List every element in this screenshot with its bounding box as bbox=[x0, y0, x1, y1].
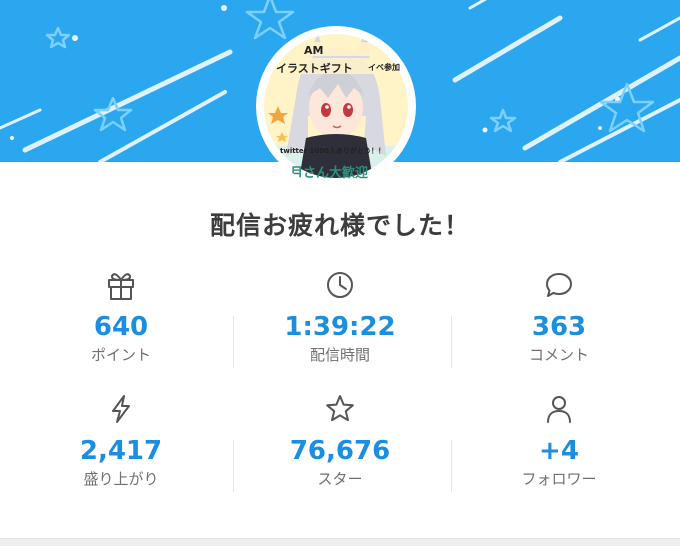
column-divider bbox=[451, 440, 452, 492]
stream-finished-title: 配信お疲れ様でした！ bbox=[209, 211, 470, 240]
stars-label: スター bbox=[317, 470, 363, 488]
avatar-caption-4: twitter 1000人ありがとう！！ bbox=[280, 147, 386, 155]
stat-stream-time: 1:39:22 配信時間 bbox=[227, 268, 453, 365]
stream-summary-page: AM イラストギフト イベ参加 twitter 1000人ありがとう！！ 月さん… bbox=[0, 0, 680, 546]
comments-label: コメント bbox=[528, 346, 589, 364]
stars-value: 76,676 bbox=[289, 436, 391, 466]
streamer-avatar: AM イラストギフト イベ参加 twitter 1000人ありがとう！！ 月さん… bbox=[256, 26, 416, 186]
excitement-label: 盛り上がり bbox=[83, 470, 159, 488]
stat-comments: 363 コメント bbox=[446, 268, 672, 365]
star-icon bbox=[326, 395, 354, 422]
comment-icon bbox=[546, 273, 572, 297]
person-icon bbox=[547, 396, 571, 423]
stream-time-label: 配信時間 bbox=[309, 346, 370, 364]
points-label: ポイント bbox=[90, 346, 151, 364]
clock-icon bbox=[327, 272, 353, 298]
column-divider bbox=[233, 316, 234, 368]
lightning-icon bbox=[112, 395, 130, 423]
avatar-caption-1: AM bbox=[304, 44, 324, 57]
avatar-caption-3: イベ参加 bbox=[368, 63, 400, 72]
stat-followers: +4 フォロワー bbox=[446, 392, 672, 489]
excitement-value: 2,417 bbox=[79, 436, 163, 466]
column-divider bbox=[451, 316, 452, 368]
stream-time-value: 1:39:22 bbox=[284, 312, 396, 342]
followers-value: +4 bbox=[539, 436, 579, 466]
stat-points: 640 ポイント bbox=[8, 268, 234, 365]
points-value: 640 bbox=[93, 312, 149, 342]
avatar-caption-5: 月さん大歓迎 bbox=[290, 166, 369, 181]
followers-label: フォロワー bbox=[521, 470, 597, 488]
gift-icon bbox=[108, 273, 134, 300]
stat-stars: 76,676 スター bbox=[227, 392, 453, 489]
column-divider bbox=[233, 440, 234, 492]
bottom-separator bbox=[0, 538, 680, 546]
stat-excitement: 2,417 盛り上がり bbox=[8, 392, 234, 489]
avatar-caption-2: イラストギフト bbox=[276, 62, 353, 75]
comments-value: 363 bbox=[531, 312, 587, 342]
